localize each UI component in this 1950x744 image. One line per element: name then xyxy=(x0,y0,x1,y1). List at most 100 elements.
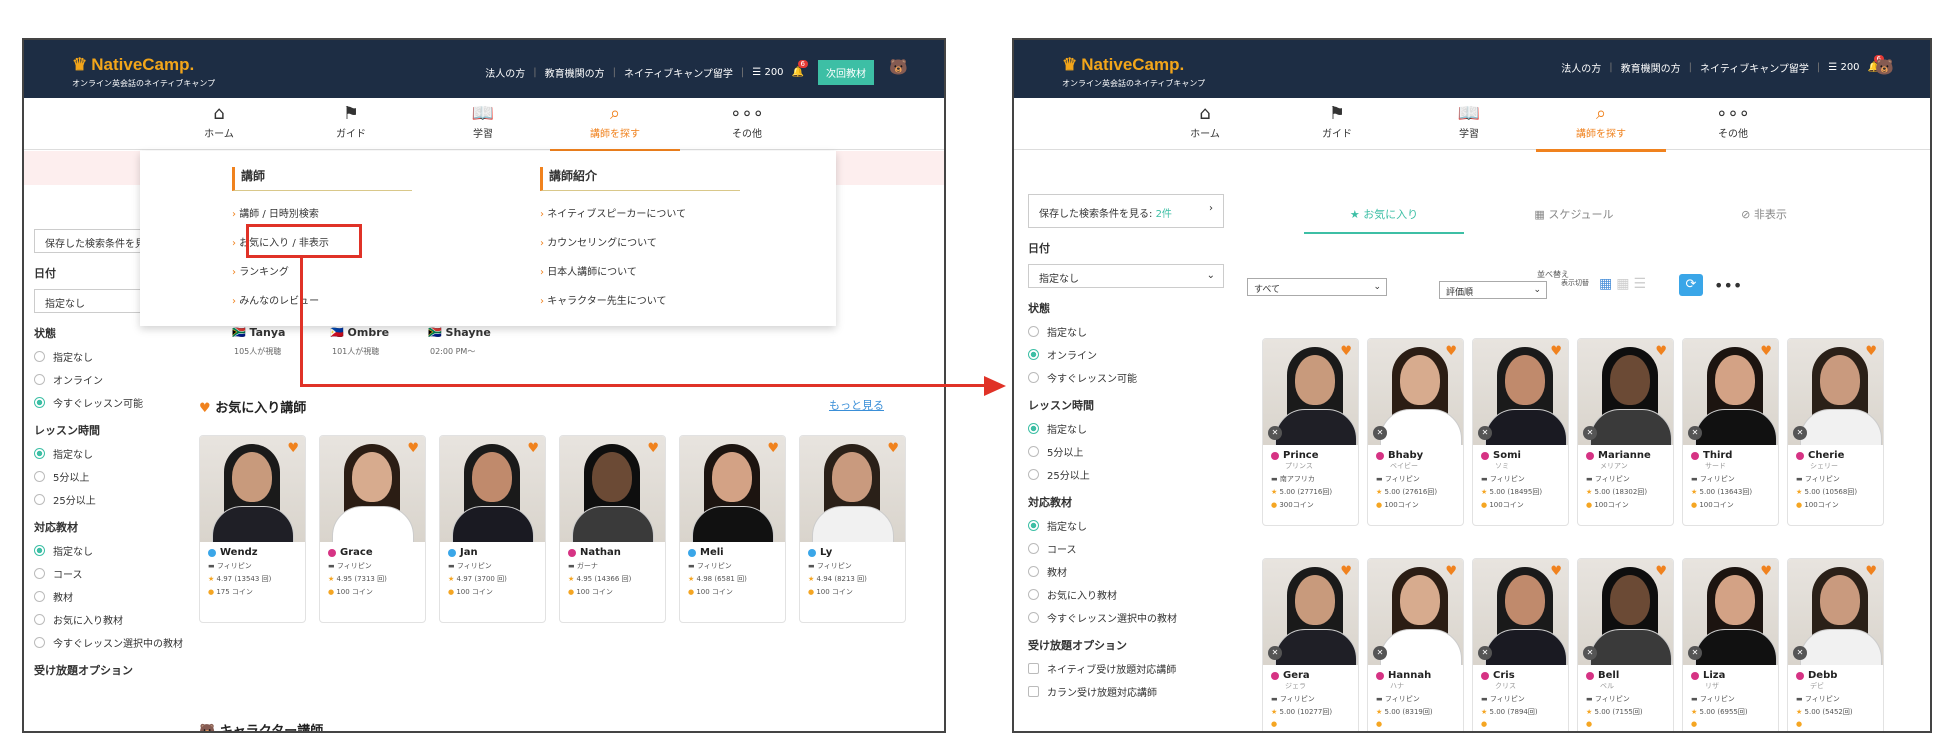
next-material-button[interactable]: 次回教材 xyxy=(818,60,874,85)
status-option[interactable]: 指定なし xyxy=(1028,324,1224,339)
teacher-card[interactable]: ♥ ✕ Somi ソミ ▬ フィリピン ★ 5.00 (18495回) ● 10… xyxy=(1472,338,1569,526)
header-link-corporate[interactable]: 法人の方 xyxy=(485,65,525,80)
menu-item-japanese[interactable]: 日本人講師について xyxy=(540,263,740,278)
teacher-card[interactable]: ♥ Jan ▬ フィリピン ★ 4.97 (3700 回) ● 100 コイン xyxy=(439,435,546,623)
menu-item-date-search[interactable]: 講師 / 日時別検索 xyxy=(232,205,412,220)
favorite-heart-icon[interactable]: ♥ xyxy=(1760,344,1772,359)
unlimited-option[interactable]: カラン受け放題対応講師 xyxy=(1028,684,1224,699)
menu-item-counseling[interactable]: カウンセリングについて xyxy=(540,234,740,249)
saved-search-button[interactable]: 保存した検索条件を見る: 2件 › xyxy=(1028,194,1224,228)
favorite-heart-icon[interactable]: ♥ xyxy=(767,441,779,456)
teacher-card[interactable]: ♥ ✕ Gera ジェラ ▬ フィリピン ★ 5.00 (10277回) ● xyxy=(1262,558,1359,731)
teacher-card[interactable]: ♥ ✕ Liza リザ ▬ フィリピン ★ 5.00 (6955回) ● xyxy=(1682,558,1779,731)
logo[interactable]: ♛ NativeCamp. xyxy=(72,55,194,75)
logo[interactable]: ♛ NativeCamp. xyxy=(1062,55,1184,75)
teacher-card[interactable]: ♥ Meli ▬ フィリピン ★ 4.98 (6581 回) ● 100 コイン xyxy=(679,435,786,623)
header-link-study-abroad[interactable]: ネイティブキャンプ留学 xyxy=(624,65,733,80)
favorite-heart-icon[interactable]: ♥ xyxy=(1445,564,1457,579)
favorite-heart-icon[interactable]: ♥ xyxy=(1550,564,1562,579)
material-option[interactable]: 指定なし xyxy=(34,543,224,558)
sort-select[interactable]: 評価順 ⌄ xyxy=(1439,281,1547,299)
teacher-card[interactable]: ♥ Nathan ▬ ガーナ ★ 4.95 (14366 回) ● 100 コイ… xyxy=(559,435,666,623)
time-option[interactable]: 25分以上 xyxy=(1028,467,1224,482)
nav-other[interactable]: ∘∘∘ その他 xyxy=(682,103,812,140)
nav-guide[interactable]: ⚑ ガイド xyxy=(1272,103,1402,140)
live-teacher-name[interactable]: 🇿🇦 Tanya xyxy=(232,326,285,339)
material-option[interactable]: お気に入り教材 xyxy=(1028,587,1224,602)
see-more-link[interactable]: もっと見る xyxy=(829,397,884,413)
status-option[interactable]: オンライン xyxy=(1028,347,1224,362)
favorite-heart-icon[interactable]: ♥ xyxy=(647,441,659,456)
live-teacher-name[interactable]: 🇵🇭 Ombre xyxy=(330,326,389,339)
material-option[interactable]: お気に入り教材 xyxy=(34,612,224,627)
favorite-heart-icon[interactable]: ♥ xyxy=(1550,344,1562,359)
favorite-heart-icon[interactable]: ♥ xyxy=(527,441,539,456)
favorite-heart-icon[interactable]: ♥ xyxy=(1655,564,1667,579)
favorite-heart-icon[interactable]: ♥ xyxy=(287,441,299,456)
nav-guide[interactable]: ⚑ ガイド xyxy=(286,103,416,140)
nav-home[interactable]: ⌂ ホーム xyxy=(1140,103,1270,140)
live-teacher-name[interactable]: 🇿🇦 Shayne xyxy=(428,326,491,339)
favorite-heart-icon[interactable]: ♥ xyxy=(1865,344,1877,359)
teacher-card[interactable]: ♥ Grace ▬ フィリピン ★ 4.95 (7313 回) ● 100 コイ… xyxy=(319,435,426,623)
teacher-card[interactable]: ♥ ✕ Hannah ハナ ▬ フィリピン ★ 5.00 (8319回) ● xyxy=(1367,558,1464,731)
header-link-education[interactable]: 教育機関の方 xyxy=(545,65,605,80)
favorite-heart-icon[interactable]: ♥ xyxy=(407,441,419,456)
tab-schedule[interactable]: ▦ スケジュール xyxy=(1494,202,1654,234)
menu-item-reviews[interactable]: みんなのレビュー xyxy=(232,292,412,307)
status-option[interactable]: 今すぐレッスン可能 xyxy=(34,395,224,410)
bell-icon[interactable]: 🔔 6 xyxy=(792,60,809,78)
favorite-heart-icon[interactable]: ♥ xyxy=(1865,564,1877,579)
time-option[interactable]: 5分以上 xyxy=(34,469,224,484)
teacher-card[interactable]: ♥ Wendz ▬ フィリピン ★ 4.97 (13543 回) ● 175 コ… xyxy=(199,435,306,623)
material-option[interactable]: 教材 xyxy=(34,589,224,604)
coin-balance[interactable]: ☰ 200 xyxy=(1828,62,1859,73)
favorite-heart-icon[interactable]: ♥ xyxy=(1445,344,1457,359)
large-grid-icon[interactable]: ▦ xyxy=(1616,276,1633,292)
favorite-heart-icon[interactable]: ♥ xyxy=(1340,344,1352,359)
material-option[interactable]: 今すぐレッスン選択中の教材 xyxy=(34,635,224,650)
status-option[interactable]: 今すぐレッスン可能 xyxy=(1028,370,1224,385)
header-link-corporate[interactable]: 法人の方 xyxy=(1561,60,1601,75)
material-option[interactable]: コース xyxy=(1028,541,1224,556)
favorite-heart-icon[interactable]: ♥ xyxy=(1655,344,1667,359)
nav-find-teacher[interactable]: ⌕ 講師を探す xyxy=(550,103,680,152)
category-filter-select[interactable]: すべて ⌄ xyxy=(1247,278,1387,296)
material-option[interactable]: コース xyxy=(34,566,224,581)
avatar[interactable]: 🐻 xyxy=(1875,58,1894,76)
menu-item-native[interactable]: ネイティブスピーカーについて xyxy=(540,205,740,220)
teacher-card[interactable]: ♥ Ly ▬ フィリピン ★ 4.94 (8213 回) ● 100 コイン xyxy=(799,435,906,623)
teacher-card[interactable]: ♥ ✕ Debb デビ ▬ フィリピン ★ 5.00 (5452回) ● xyxy=(1787,558,1884,731)
time-option[interactable]: 指定なし xyxy=(34,446,224,461)
tab-hidden[interactable]: ⊘ 非表示 xyxy=(1684,202,1844,234)
avatar[interactable]: 🐻 xyxy=(889,58,908,76)
header-link-education[interactable]: 教育機関の方 xyxy=(1621,60,1681,75)
date-select[interactable]: 指定なし ⌄ xyxy=(1028,264,1224,288)
more-options-icon[interactable]: ••• xyxy=(1714,276,1742,295)
time-option[interactable]: 5分以上 xyxy=(1028,444,1224,459)
tab-favorites[interactable]: ★ お気に入り xyxy=(1304,202,1464,234)
nav-other[interactable]: ∘∘∘ その他 xyxy=(1668,103,1798,140)
status-option[interactable]: 指定なし xyxy=(34,349,224,364)
material-option[interactable]: 今すぐレッスン選択中の教材 xyxy=(1028,610,1224,625)
material-option[interactable]: 指定なし xyxy=(1028,518,1224,533)
nav-study[interactable]: 📖 学習 xyxy=(418,103,548,140)
grid-view-icon[interactable]: ▦▦☰ xyxy=(1599,276,1650,292)
menu-item-ranking[interactable]: ランキング xyxy=(232,263,412,278)
favorite-heart-icon[interactable]: ♥ xyxy=(1340,564,1352,579)
coin-balance[interactable]: ☰ 200 xyxy=(752,67,783,78)
teacher-card[interactable]: ♥ ✕ Bhaby ベイビー ▬ フィリピン ★ 5.00 (27616回) ●… xyxy=(1367,338,1464,526)
refresh-button[interactable]: ⟳ xyxy=(1679,274,1703,296)
nav-home[interactable]: ⌂ ホーム xyxy=(154,103,284,140)
status-option[interactable]: オンライン xyxy=(34,372,224,387)
material-option[interactable]: 教材 xyxy=(1028,564,1224,579)
teacher-card[interactable]: ♥ ✕ Cris クリス ▬ フィリピン ★ 5.00 (7894回) ● xyxy=(1472,558,1569,731)
teacher-card[interactable]: ♥ ✕ Marianne メリアン ▬ フィリピン ★ 5.00 (18302回… xyxy=(1577,338,1674,526)
favorite-heart-icon[interactable]: ♥ xyxy=(1760,564,1772,579)
teacher-card[interactable]: ♥ ✕ Bell ベル ▬ フィリピン ★ 5.00 (7155回) ● xyxy=(1577,558,1674,731)
teacher-card[interactable]: ♥ ✕ Cherie シェリー ▬ フィリピン ★ 5.00 (10568回) … xyxy=(1787,338,1884,526)
nav-find-teacher[interactable]: ⌕ 講師を探す xyxy=(1536,103,1666,152)
time-option[interactable]: 指定なし xyxy=(1028,421,1224,436)
list-view-icon[interactable]: ☰ xyxy=(1633,276,1650,292)
favorite-heart-icon[interactable]: ♥ xyxy=(887,441,899,456)
